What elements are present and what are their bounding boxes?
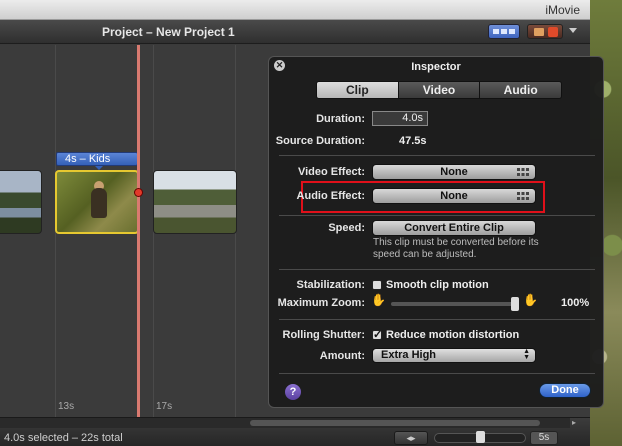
playhead[interactable]: [137, 45, 140, 417]
video-effect-value: None: [440, 166, 468, 178]
divider: [279, 215, 595, 216]
duration-field[interactable]: 4.0s: [372, 111, 428, 126]
audio-effect-button[interactable]: None: [372, 188, 536, 204]
audio-effect-value: None: [440, 190, 468, 202]
app-title: iMovie: [545, 3, 580, 17]
inspector-tabs: Clip Video Audio: [316, 81, 562, 99]
grid-icon: [517, 168, 529, 176]
window-titlebar: iMovie: [0, 0, 590, 20]
shield-icon: [548, 27, 558, 37]
chevron-updown-icon: ▲ ▼: [523, 348, 530, 361]
tab-audio[interactable]: Audio: [479, 82, 561, 98]
rolling-shutter-label: Rolling Shutter:: [282, 329, 366, 341]
time-tick: 17s: [156, 401, 173, 412]
duration-label: Duration:: [316, 113, 365, 125]
folder-icon: [534, 28, 544, 36]
selection-status: 4.0s selected – 22s total: [4, 432, 123, 444]
view-toggle-button[interactable]: [488, 24, 520, 39]
scroll-right-icon[interactable]: ▸: [572, 418, 582, 428]
playhead-marker[interactable]: [134, 188, 143, 197]
inspector-title: Inspector: [411, 61, 461, 73]
amount-select[interactable]: Extra High ▲ ▼: [372, 348, 536, 363]
clip-thumbnail[interactable]: [153, 170, 237, 234]
status-bar: ▸ 4.0s selected – 22s total ◂▸ 5s: [0, 417, 590, 446]
chevron-down-icon[interactable]: [569, 28, 577, 33]
stabilization-checkbox[interactable]: [372, 280, 382, 290]
audio-effect-label: Audio Effect:: [296, 190, 365, 202]
divider: [279, 155, 595, 156]
time-tick: 13s: [58, 401, 75, 412]
clip-label[interactable]: 4s – Kids: [56, 152, 138, 170]
video-effect-button[interactable]: None: [372, 164, 536, 180]
maximum-zoom-value: 100%: [561, 297, 590, 309]
tab-video[interactable]: Video: [397, 82, 480, 98]
source-duration-label: Source Duration:: [275, 135, 365, 147]
audio-waveform-button[interactable]: ◂▸: [394, 431, 428, 445]
clip-thumbnail[interactable]: [0, 170, 42, 234]
waveform-icon: ◂▸: [406, 433, 416, 443]
amount-label: Amount:: [319, 350, 365, 362]
zoom-slider-knob[interactable]: [476, 431, 485, 443]
source-duration-value: 47.5s: [399, 135, 427, 147]
horizontal-scrollbar[interactable]: [0, 418, 570, 428]
project-title: Project – New Project 1: [102, 25, 235, 39]
zoom-value: 5s: [530, 431, 558, 445]
grid-icon: [493, 29, 499, 34]
rolling-shutter-option: Reduce motion distortion: [386, 329, 520, 341]
clip-image-detail: [91, 188, 107, 218]
speed-label: Speed:: [328, 222, 365, 234]
maximum-zoom-knob[interactable]: [511, 297, 519, 311]
rolling-shutter-checkbox[interactable]: [372, 328, 382, 341]
grid-icon: [517, 192, 529, 200]
maximum-zoom-slider[interactable]: [391, 302, 519, 306]
divider: [279, 373, 595, 374]
project-toolbar: Project – New Project 1: [0, 20, 590, 44]
convert-entire-clip-button[interactable]: Convert Entire Clip: [372, 220, 536, 236]
project-tools-button[interactable]: [527, 24, 563, 39]
help-button[interactable]: ?: [285, 384, 301, 400]
speed-note: This clip must be converted before its s…: [373, 237, 539, 260]
divider: [279, 319, 595, 320]
done-button[interactable]: Done: [539, 383, 591, 398]
grid-icon: [509, 29, 515, 34]
scrollbar-thumb[interactable]: [250, 420, 540, 426]
clip-thumbnail-selected[interactable]: [55, 170, 139, 234]
maximum-zoom-label: Maximum Zoom:: [277, 297, 365, 309]
divider: [279, 269, 595, 270]
grid-icon: [501, 29, 507, 34]
stabilization-label: Stabilization:: [296, 279, 365, 291]
video-effect-label: Video Effect:: [297, 166, 365, 178]
stabilization-option: Smooth clip motion: [386, 279, 489, 291]
hand-large-icon: ✋: [523, 293, 538, 307]
tab-clip[interactable]: Clip: [317, 82, 398, 98]
hand-small-icon: ✋: [371, 293, 386, 307]
inspector-panel: ✕ Inspector Clip Video Audio Duration: 4…: [268, 56, 604, 408]
amount-value: Extra High: [381, 349, 437, 361]
